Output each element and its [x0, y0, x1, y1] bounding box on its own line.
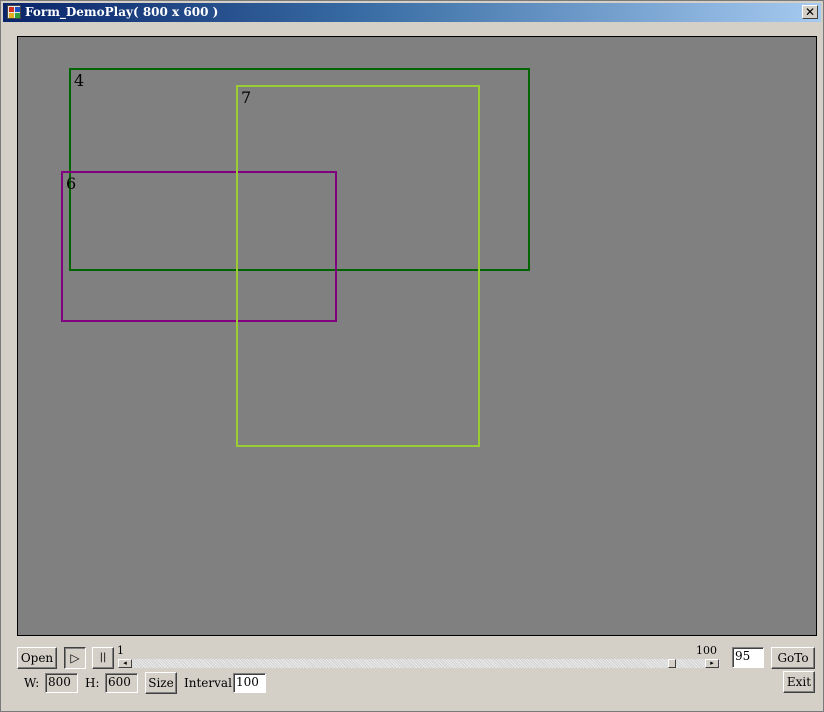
width-label: W: [24, 676, 40, 690]
window-title: Form_DemoPlay( 800 x 600 ) [25, 5, 219, 19]
play-button[interactable]: ▷ [64, 647, 86, 669]
region-label-4: 4 [74, 71, 85, 90]
slider-min-label: 1 [117, 644, 124, 657]
title-bar[interactable]: Form_DemoPlay( 800 x 600 ) ✕ [3, 3, 821, 22]
region-label-6: 6 [66, 174, 77, 193]
height-field[interactable]: 600 [105, 673, 138, 693]
goto-button[interactable]: GoTo [771, 647, 815, 669]
frame-slider-thumb[interactable] [668, 659, 676, 668]
pause-button[interactable]: || [92, 647, 114, 669]
exit-button[interactable]: Exit [783, 671, 815, 693]
interval-label: Interval: [184, 676, 236, 690]
frame-slider-track[interactable] [118, 659, 720, 668]
region-label-7: 7 [241, 88, 252, 107]
close-icon[interactable]: ✕ [802, 5, 818, 19]
main-window: Form_DemoPlay( 800 x 600 ) ✕ 4 6 7 Open … [0, 0, 824, 712]
region-box-7: 7 [236, 85, 480, 447]
slider-right-arrow-icon[interactable]: ▸ [705, 659, 719, 668]
open-button[interactable]: Open [17, 647, 57, 669]
slider-left-arrow-icon[interactable]: ◂ [118, 659, 132, 668]
frame-number-input[interactable]: 95 [732, 647, 764, 668]
size-button[interactable]: Size [145, 672, 177, 694]
width-field[interactable]: 800 [45, 673, 78, 693]
interval-input[interactable]: 100 [233, 673, 266, 693]
app-icon [7, 5, 21, 19]
height-label: H: [85, 676, 100, 690]
slider-max-label: 100 [696, 644, 717, 657]
video-canvas[interactable]: 4 6 7 [17, 36, 817, 636]
